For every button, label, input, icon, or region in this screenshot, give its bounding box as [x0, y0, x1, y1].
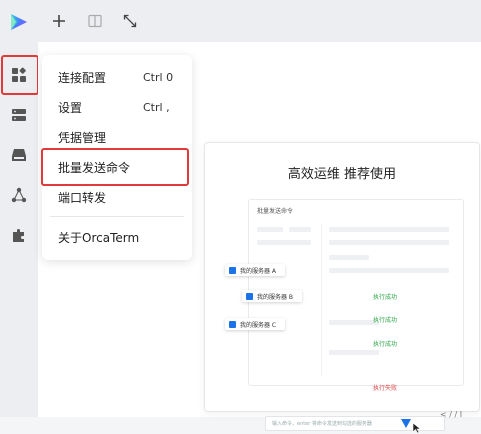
menu-item-port-forwarding[interactable]: 端口转发 — [42, 183, 192, 211]
status-fail: 执行失败 — [373, 385, 398, 392]
placeholder-bar — [329, 350, 379, 355]
placeholder-bar — [329, 268, 449, 273]
checkbox-icon — [229, 266, 236, 274]
placeholder-bar — [257, 240, 311, 245]
menu-divider — [50, 216, 184, 217]
status-success: 执行成功 — [373, 294, 398, 301]
menu-item-label: 关于OrcaTerm — [58, 230, 140, 245]
placeholder-bar — [289, 227, 311, 232]
menu-item-shortcut: Ctrl , — [143, 100, 170, 114]
promo-panel: 高效运维 推荐使用 批量发送命令 执行成功 执行成功 执行成功 执行失败 输入命… — [204, 142, 480, 434]
menu-item-label: 连接配置 — [58, 70, 107, 85]
top-toolbar — [38, 0, 481, 43]
menu-item-label: 凭据管理 — [58, 130, 107, 145]
expand-icon[interactable] — [120, 11, 140, 31]
server-name: 我的服务器 A — [240, 267, 277, 275]
server-card: 我的服务器 A — [225, 264, 285, 276]
status-success: 执行成功 — [373, 341, 398, 348]
checkbox-icon — [229, 320, 236, 328]
menu-item-label: 设置 — [58, 100, 83, 115]
plus-icon[interactable] — [49, 11, 69, 31]
status-success: 执行成功 — [373, 317, 398, 324]
menu-item-about[interactable]: 关于OrcaTerm — [42, 223, 192, 251]
preview-title: 批量发送命令 — [257, 208, 294, 215]
menu-item-settings[interactable]: 设置 Ctrl , — [42, 93, 192, 121]
server-card: 我的服务器 C — [225, 318, 285, 330]
menu-item-connection-config[interactable]: 连接配置 Ctrl 0 — [42, 63, 192, 91]
send-icon — [401, 419, 411, 428]
command-placeholder: 输入命令，enter 将命令发送到勾选的服务器 — [272, 421, 372, 427]
placeholder-bar — [257, 227, 283, 232]
server-name: 我的服务器 B — [257, 293, 294, 301]
plugin-icon[interactable] — [7, 223, 31, 247]
column-divider — [321, 224, 322, 376]
placeholder-bar — [329, 227, 449, 232]
menu-item-credentials[interactable]: 凭据管理 — [42, 123, 192, 151]
batch-command-highlight — [41, 148, 189, 186]
apps-highlight — [1, 55, 39, 95]
placeholder-bar — [329, 255, 369, 260]
server-icon[interactable] — [7, 103, 31, 127]
promo-title: 高效运维 推荐使用 — [287, 167, 397, 182]
checkbox-icon — [246, 292, 253, 300]
bottom-text: < / / I — [440, 410, 463, 419]
server-card: 我的服务器 B — [242, 290, 302, 302]
orcaterm-logo[interactable] — [8, 11, 30, 33]
menu-item-label: 端口转发 — [58, 190, 107, 205]
split-icon[interactable] — [85, 11, 105, 31]
cursor-icon — [412, 422, 422, 434]
share-icon[interactable] — [7, 183, 31, 207]
server-name: 我的服务器 C — [240, 321, 277, 329]
placeholder-bar — [329, 320, 379, 325]
placeholder-bar — [329, 240, 449, 245]
menu-item-shortcut: Ctrl 0 — [143, 70, 174, 84]
drive-icon[interactable] — [7, 143, 31, 167]
